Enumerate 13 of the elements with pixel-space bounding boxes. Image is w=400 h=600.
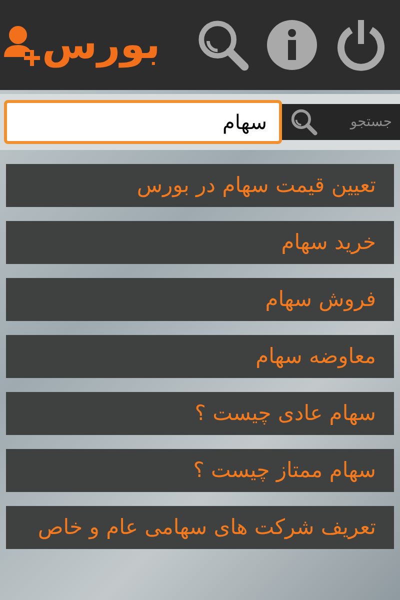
menu-item[interactable]: سهام عادی چیست ؟ bbox=[6, 392, 394, 435]
menu-item[interactable]: خرید سهام bbox=[6, 221, 394, 264]
search-label: جستجو bbox=[350, 112, 392, 132]
info-icon[interactable] bbox=[266, 19, 318, 71]
user-plus-icon bbox=[4, 23, 42, 67]
menu-item[interactable]: تعریف شرکت های سهامی عام و خاص bbox=[6, 506, 394, 549]
menu-item[interactable]: معاوضه سهام bbox=[6, 335, 394, 378]
search-icon[interactable] bbox=[290, 108, 318, 136]
menu-item[interactable]: سهام ممتاز چیست ؟ bbox=[6, 449, 394, 492]
search-field[interactable]: سهام bbox=[4, 100, 282, 144]
menu-item[interactable]: تعیین قیمت سهام در بورس bbox=[6, 164, 394, 207]
search-icon[interactable] bbox=[196, 18, 250, 72]
menu-item[interactable]: فروش سهام bbox=[6, 278, 394, 321]
